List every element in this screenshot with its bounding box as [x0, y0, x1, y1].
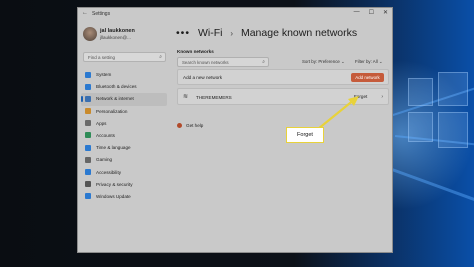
filter-dropdown[interactable]: Filter by: All ⌄: [355, 59, 383, 65]
maximize-button[interactable]: ☐: [369, 9, 374, 16]
gaming-icon: [85, 156, 91, 163]
help-icon: [177, 123, 182, 128]
minimize-button[interactable]: —: [354, 9, 360, 16]
sidebar-item-label: Accounts: [96, 132, 115, 138]
sidebar-item-network[interactable]: Network & internet: [81, 93, 167, 106]
user-name: jal laukkonen: [100, 28, 135, 34]
sidebar-item-label: Personalization: [96, 108, 128, 114]
chevron-right-icon[interactable]: ›: [381, 94, 383, 100]
sort-dropdown[interactable]: Sort by: Preference ⌄: [302, 59, 345, 65]
sidebar-item-label: Bluetooth & devices: [96, 84, 137, 90]
user-email: jllaukkonen@...: [100, 35, 131, 40]
sidebar-item-personalization[interactable]: Personalization: [81, 106, 167, 118]
settings-window: ← Settings — ☐ ✕ jal laukkonen jllaukkon…: [77, 7, 393, 253]
sidebar-item-accounts[interactable]: Accounts: [81, 130, 167, 142]
title-bar: ← Settings — ☐ ✕: [78, 8, 392, 22]
sidebar-item-label: Network & internet: [96, 96, 134, 102]
sidebar-item-bluetooth[interactable]: Bluetooth & devices: [81, 81, 167, 93]
system-icon: [85, 71, 91, 78]
apps-icon: [85, 120, 91, 127]
add-network-button[interactable]: Add network: [351, 73, 384, 82]
breadcrumb-more[interactable]: •••: [176, 27, 190, 39]
wifi-icon: ≋: [183, 94, 189, 100]
search-icon: ⌕: [159, 54, 162, 60]
wallpaper-pane: [408, 78, 433, 106]
sidebar-item-privacy[interactable]: Privacy & security: [81, 179, 167, 191]
sidebar-nav: System Bluetooth & devices Network & int…: [81, 69, 167, 203]
sidebar-item-windows-update[interactable]: Windows Update: [81, 191, 167, 203]
sidebar-item-accessibility[interactable]: Accessibility: [81, 167, 167, 179]
bluetooth-icon: [85, 83, 91, 90]
brush-icon: [85, 108, 91, 115]
accessibility-icon: [85, 169, 91, 175]
page-title: Manage known networks: [240, 27, 358, 39]
add-network-card: Add a new network Add network: [177, 69, 389, 85]
get-help-link[interactable]: Get help: [177, 123, 203, 128]
sidebar-item-time-language[interactable]: Time & language: [81, 142, 167, 154]
forget-button[interactable]: Forget: [354, 94, 367, 99]
breadcrumb-wifi[interactable]: Wi-Fi: [198, 27, 223, 39]
wallpaper-pane: [438, 112, 468, 148]
window-controls: — ☐ ✕: [354, 9, 388, 16]
sidebar-item-label: Time & language: [96, 145, 131, 151]
breadcrumb: ••• Wi-Fi › Manage known networks: [176, 27, 357, 39]
update-icon: [85, 193, 91, 200]
chevron-right-icon: ›: [230, 29, 234, 38]
shield-icon: [85, 181, 91, 188]
sidebar-item-label: Windows Update: [96, 193, 131, 199]
sidebar-item-label: Gaming: [96, 157, 113, 163]
section-label: Known networks: [177, 49, 214, 54]
accounts-icon: [85, 132, 91, 139]
wallpaper-pane: [408, 112, 433, 142]
sidebar-item-label: System: [96, 72, 112, 77]
known-networks-search-input[interactable]: Search known networks ⌕: [177, 57, 269, 67]
network-icon: [85, 95, 91, 102]
get-help-label: Get help: [186, 123, 204, 128]
sidebar-item-system[interactable]: System: [81, 69, 167, 81]
wallpaper-pane: [438, 72, 468, 106]
annotation-callout: Forget: [286, 127, 324, 143]
sidebar-item-label: Privacy & security: [96, 181, 133, 187]
close-button[interactable]: ✕: [383, 9, 388, 16]
clock-icon: [85, 144, 91, 151]
app-title: Settings: [92, 11, 111, 17]
sidebar-item-apps[interactable]: Apps: [81, 118, 167, 130]
list-item[interactable]: ≋ THEREMEMERS Forget ›: [177, 88, 389, 105]
settings-search-input[interactable]: Find a setting ⌕: [83, 52, 166, 62]
network-name: THEREMEMERS: [196, 95, 232, 100]
sidebar-item-gaming[interactable]: Gaming: [81, 154, 167, 166]
avatar[interactable]: [83, 27, 97, 41]
sidebar-item-label: Accessibility: [96, 169, 122, 175]
search-icon: ⌕: [262, 59, 265, 65]
search-placeholder: Search known networks: [182, 60, 229, 65]
search-placeholder: Find a setting: [88, 55, 116, 60]
add-network-label: Add a new network: [183, 75, 223, 80]
back-arrow-icon[interactable]: ←: [82, 10, 88, 16]
sidebar-item-label: Apps: [96, 120, 107, 126]
